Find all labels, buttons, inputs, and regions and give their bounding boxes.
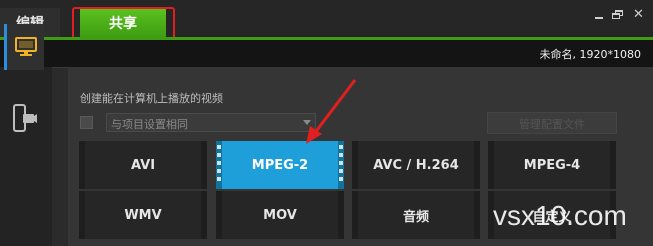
sidebar-item-device[interactable] <box>4 96 44 142</box>
close-icon[interactable]: ✕ <box>632 8 645 21</box>
annotation-arrow <box>306 79 357 144</box>
output-sidebar <box>0 67 52 246</box>
panel-description: 创建能在计算机上播放的视频 <box>80 92 223 105</box>
preset-select[interactable]: 与项目设置相同 <box>106 113 316 132</box>
manage-profiles-button[interactable]: 管理配置文件 <box>487 112 617 134</box>
same-as-project-checkbox[interactable] <box>80 116 93 129</box>
device-icon <box>13 104 37 132</box>
sidebar-item-computer[interactable] <box>4 24 44 70</box>
preset-select-value: 与项目设置相同 <box>111 118 188 131</box>
format-mov-button[interactable]: MOV <box>216 191 344 239</box>
format-avc-button[interactable]: AVC / H.264 <box>352 141 480 189</box>
format-mpeg2-button[interactable]: MPEG-2 <box>216 141 344 189</box>
watermark: vsx10.com <box>493 200 627 231</box>
format-audio-button[interactable]: 音频 <box>352 191 480 239</box>
minimize-icon[interactable] <box>593 9 606 21</box>
project-info: 未命名, 1920*1080 <box>539 48 641 61</box>
format-avi-button[interactable]: AVI <box>79 141 207 189</box>
computer-icon <box>14 37 37 56</box>
restore-icon[interactable] <box>612 9 625 21</box>
format-wmv-button[interactable]: WMV <box>79 191 207 239</box>
project-info-bar: 未命名, 1920*1080 <box>0 40 653 67</box>
format-mpeg4-button[interactable]: MPEG-4 <box>488 141 616 189</box>
